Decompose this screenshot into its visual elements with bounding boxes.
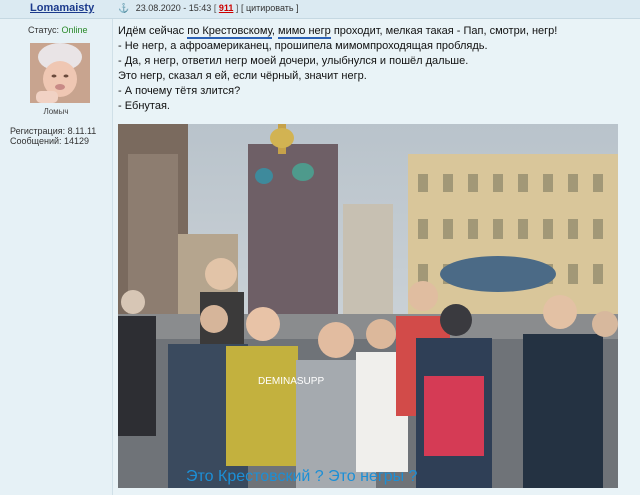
registration-info: Регистрация: 8.11.11 Сообщений: 14129 <box>10 126 96 146</box>
status-label: Статус: <box>28 25 59 35</box>
post-body: Идём сейчас по Крестовскому, мимо негр п… <box>118 24 633 114</box>
text-line-5: - А почему тётя злится? <box>118 85 241 97</box>
street-scene-illustration: DEMINASUPP <box>118 124 618 488</box>
post-number-link[interactable]: 911 <box>219 3 234 13</box>
user-sidebar: Статус: Online Ломыч Регистрация: 8.11.1… <box>0 19 113 495</box>
text-line-6: - Ебнутая. <box>118 100 170 112</box>
registration-date: Регистрация: 8.11.11 <box>10 126 97 136</box>
user-title: Ломыч <box>43 107 69 116</box>
underlined-phrase-1: по Крестовскому <box>187 25 272 39</box>
text-line-4: Это негр, сказал я ей, если чёрный, знач… <box>118 70 367 82</box>
avatar[interactable] <box>30 43 90 103</box>
post-header <box>0 0 640 19</box>
user-status: Статус: Online <box>28 25 87 35</box>
post-photo[interactable]: DEMINASUPP <box>118 124 618 488</box>
status-online: Online <box>61 25 88 35</box>
post-meta: ⚓ 23.08.2020 - 15:43 [ 911 ] [ цитироват… <box>118 3 299 14</box>
text-segment: Идём сейчас <box>118 25 188 37</box>
quote-link[interactable]: [ цитировать ] <box>241 3 299 13</box>
number-bracket-open: [ <box>213 3 217 13</box>
username-link[interactable]: Lomamaisty <box>30 2 94 14</box>
message-count: Сообщений: 14129 <box>10 136 90 146</box>
underlined-phrase-2: мимо негр <box>278 25 331 39</box>
photo-caption: Это Крестовский ? Это негры ? <box>186 468 418 485</box>
post-date: 23.08.2020 - 15:43 <box>135 3 212 13</box>
text-line-2: - Не негр, а афроамериканец, прошипела м… <box>118 40 488 52</box>
anchor-icon[interactable]: ⚓ <box>118 3 129 13</box>
text-segment: проходит, мелкая такая - Пап, смотри, не… <box>330 25 558 37</box>
shirt-print-text: DEMINASUPP <box>258 376 324 387</box>
text-line-3: - Да, я негр, ответил негр моей дочери, … <box>118 55 469 67</box>
text-line-1: Идём сейчас по Крестовскому, мимо негр п… <box>118 24 633 39</box>
number-bracket-close: ] <box>235 3 239 13</box>
